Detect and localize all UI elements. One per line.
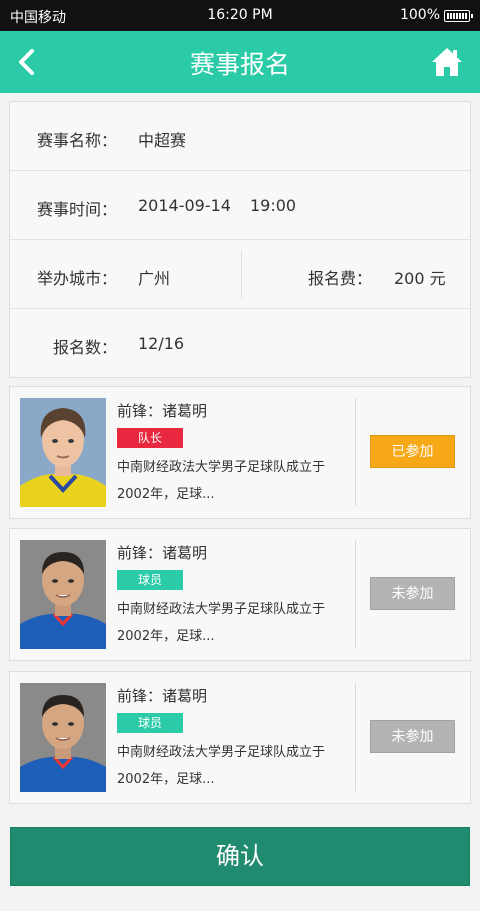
signup-count-value: 12/16	[138, 334, 185, 353]
fee-value: 200 元	[394, 269, 446, 288]
card-divider	[355, 398, 356, 506]
card-divider	[355, 683, 356, 791]
joined-button[interactable]: 已参加	[370, 435, 455, 468]
player-description: 中南财经政法大学男子足球队成立于2002年，足球...	[117, 602, 326, 644]
page-title: 赛事报名	[189, 50, 290, 79]
player-name: 前锋：诸葛明	[117, 687, 208, 705]
event-time-row: 赛事时间： 2014-09-14 19:00	[10, 171, 470, 240]
event-date-value: 2014-09-14	[138, 196, 231, 215]
event-time-value: 19:00	[250, 196, 297, 215]
player-avatar	[20, 398, 106, 507]
player-description: 中南财经政法大学男子足球队成立于2002年，足球...	[117, 460, 326, 502]
home-icon	[432, 48, 462, 76]
player-avatar	[20, 540, 106, 649]
role-badge: 球员	[117, 713, 183, 733]
event-city-value: 广州	[138, 269, 171, 288]
player-card[interactable]: 前锋：诸葛明 球员 中南财经政法大学男子足球队成立于2002年，足球... 未参…	[9, 671, 471, 804]
player-name: 前锋：诸葛明	[117, 402, 208, 420]
event-time-label: 赛事时间：	[37, 200, 118, 219]
not-joined-button[interactable]: 未参加	[370, 720, 455, 753]
role-badge: 球员	[117, 570, 183, 590]
event-name-label: 赛事名称：	[37, 131, 118, 150]
player-description: 中南财经政法大学男子足球队成立于2002年，足球...	[117, 745, 326, 787]
event-name-value: 中超赛	[138, 131, 187, 150]
row-divider	[241, 250, 242, 299]
confirm-button[interactable]: 确认	[10, 827, 470, 886]
home-button[interactable]	[430, 45, 464, 79]
signup-count-label: 报名数：	[53, 338, 118, 357]
player-name: 前锋：诸葛明	[117, 544, 208, 562]
player-card[interactable]: 前锋：诸葛明 球员 中南财经政法大学男子足球队成立于2002年，足球... 未参…	[9, 528, 471, 661]
card-divider	[355, 540, 356, 648]
nav-bar: 赛事报名	[0, 31, 480, 93]
event-city-fee-row: 举办城市： 广州 报名费： 200 元	[10, 240, 470, 309]
battery-icon	[444, 10, 473, 22]
event-name-row: 赛事名称： 中超赛	[10, 102, 470, 171]
event-city-label: 举办城市：	[37, 269, 118, 288]
event-info-card: 赛事名称： 中超赛 赛事时间： 2014-09-14 19:00 举办城市： 广…	[9, 101, 471, 378]
battery-percent: 100%	[399, 7, 440, 23]
signup-count-row: 报名数： 12/16	[10, 309, 470, 378]
not-joined-button[interactable]: 未参加	[370, 577, 455, 610]
player-card[interactable]: 前锋：诸葛明 队长 中南财经政法大学男子足球队成立于2002年，足球... 已参…	[9, 386, 471, 519]
status-bar: 中国移动 16:20 PM 100%	[0, 0, 480, 31]
fee-label: 报名费：	[308, 269, 373, 288]
role-badge: 队长	[117, 428, 183, 448]
player-avatar	[20, 683, 106, 792]
